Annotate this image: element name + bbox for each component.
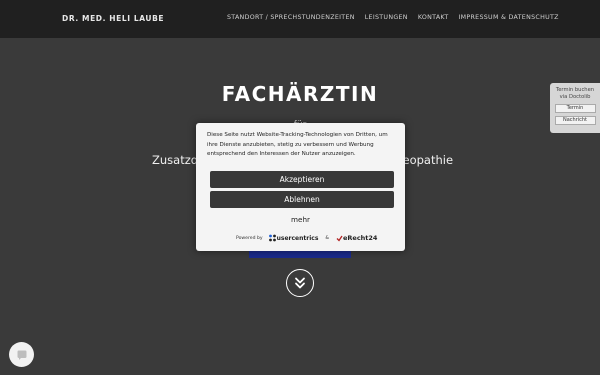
book-appointment-button[interactable]: Termin <box>554 104 596 113</box>
powered-by-label: Powered by <box>236 235 263 241</box>
site-brand[interactable]: DR. MED. HELI LAUBE <box>62 14 164 23</box>
usercentrics-icon <box>268 234 276 242</box>
erecht24-name: eRecht24 <box>343 234 378 242</box>
cookie-consent-dialog: Diese Seite nutzt Website-Tracking-Techn… <box>196 123 405 251</box>
consent-text: Diese Seite nutzt Website-Tracking-Techn… <box>207 132 388 158</box>
nav-item-leistungen[interactable]: LEISTUNGEN <box>365 14 408 21</box>
chat-bubble-icon <box>17 350 26 360</box>
booking-widget: Termin buchen via Doctolib Termin Nachri… <box>550 83 600 133</box>
powered-by-row: Powered by usercentrics & eRecht24 <box>236 234 377 242</box>
main-nav: STANDORT / SPRECHSTUNDENZEITEN LEISTUNGE… <box>227 14 559 21</box>
erecht24-check-icon <box>336 235 343 242</box>
hero-title: FACHÄRZTIN <box>221 82 379 106</box>
booking-widget-title: Termin buchen via Doctolib <box>555 87 595 100</box>
hero-subtitle-right: teopathie <box>398 153 454 167</box>
top-navigation-bar: DR. MED. HELI LAUBE STANDORT / SPRECHSTU… <box>0 0 600 38</box>
decline-button[interactable]: Ablehnen <box>210 191 394 208</box>
ampersand: & <box>325 235 329 241</box>
send-message-button[interactable]: Nachricht <box>554 116 596 125</box>
erecht24-logo[interactable]: eRecht24 <box>336 234 377 242</box>
scroll-down-button[interactable] <box>286 269 314 297</box>
nav-item-standort[interactable]: STANDORT / SPRECHSTUNDENZEITEN <box>227 14 355 21</box>
accept-button[interactable]: Akzeptieren <box>210 171 394 188</box>
chat-widget-button[interactable] <box>9 342 34 367</box>
hero-cta-button[interactable] <box>249 250 351 258</box>
usercentrics-name: usercentrics <box>276 234 319 242</box>
usercentrics-logo[interactable]: usercentrics <box>268 234 319 242</box>
nav-item-impressum[interactable]: IMPRESSUM & DATENSCHUTZ <box>459 14 559 21</box>
nav-item-kontakt[interactable]: KONTAKT <box>418 14 449 21</box>
double-chevron-down-icon <box>295 277 305 289</box>
more-link[interactable]: mehr <box>196 215 405 224</box>
